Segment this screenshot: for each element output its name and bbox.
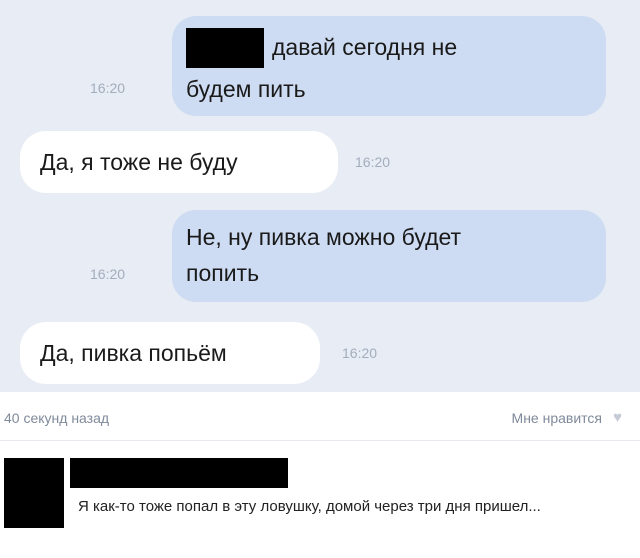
message-timestamp: 16:20 [355,154,391,170]
incoming-message-bubble: Да, пивка попьём [20,322,320,384]
like-button[interactable]: Мне нравится [512,410,602,426]
redacted-author-name [70,458,288,488]
divider [0,440,640,441]
message-text: Да, пивка попьём [40,340,227,366]
message-timestamp: 16:20 [90,80,126,96]
message-text: Да, я тоже не буду [40,149,238,175]
post-time-link[interactable]: 40 секунд назад [4,410,109,426]
message-text: Не, ну пивка можно будет [186,224,462,250]
message-text: давай сегодня не [272,34,458,60]
outgoing-message-bubble: Не, ну пивка можно будет попить [172,210,606,302]
chat-screenshot: давай сегодня не будем пить 16:20 Да, я … [0,0,640,392]
avatar[interactable] [4,458,64,528]
comment-text: Я как-то тоже попал в эту ловушку, домой… [78,498,541,515]
message-timestamp: 16:20 [90,266,126,282]
outgoing-message-bubble: давай сегодня не будем пить [172,16,606,116]
redacted-name [186,28,264,68]
message-text: попить [186,260,260,286]
heart-icon[interactable]: ♥ [613,409,622,426]
message-timestamp: 16:20 [342,345,378,361]
message-text: будем пить [186,76,306,102]
incoming-message-bubble: Да, я тоже не буду [20,131,338,193]
